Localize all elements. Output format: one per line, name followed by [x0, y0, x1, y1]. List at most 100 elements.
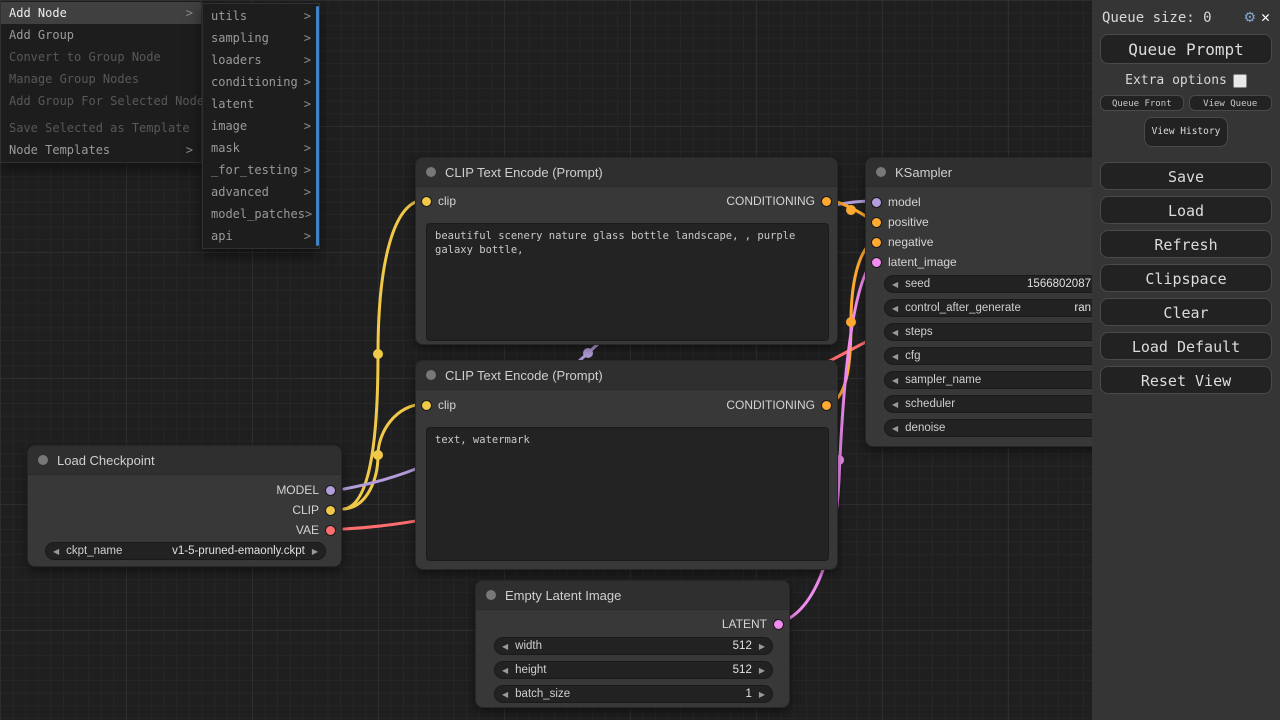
clip-input-dot[interactable] — [421, 400, 432, 411]
view-history-button[interactable]: View History — [1144, 117, 1228, 147]
slot-label: positive — [888, 215, 929, 229]
decrement-arrow-icon[interactable]: ◀ — [502, 666, 508, 675]
submenu-arrow-icon: > — [304, 181, 311, 203]
increment-arrow-icon[interactable]: ▶ — [759, 642, 765, 651]
prompt-textarea[interactable]: beautiful scenery nature glass bottle la… — [426, 223, 829, 341]
node-load-checkpoint[interactable]: Load Checkpoint MODEL CLIP VAE ◀ ckpt_na… — [27, 445, 342, 567]
submenu-item-latent[interactable]: latent > — [203, 93, 319, 115]
widget-name: batch_size — [515, 688, 570, 700]
latent-output-dot[interactable] — [773, 619, 784, 630]
widget-name: scheduler — [905, 398, 955, 410]
queue-front-button[interactable]: Queue Front — [1100, 95, 1184, 111]
submenu-item-mask[interactable]: mask > — [203, 137, 319, 159]
node-title: CLIP Text Encode (Prompt) — [445, 165, 603, 180]
widget-name: seed — [905, 278, 930, 290]
widget-value: 512 — [733, 664, 752, 676]
reset-view-button[interactable]: Reset View — [1100, 366, 1272, 394]
submenu-arrow-icon: > — [186, 2, 193, 24]
decrement-arrow-icon[interactable]: ◀ — [892, 328, 898, 337]
decrement-arrow-icon[interactable]: ◀ — [892, 376, 898, 385]
node-collapse-dot[interactable] — [426, 370, 436, 380]
widget-name: width — [515, 640, 542, 652]
submenu-item-for-testing[interactable]: _for_testing > — [203, 159, 319, 181]
right-menu-panel: Queue size: 0 ⚙ ✕ Queue Prompt Extra opt… — [1092, 0, 1280, 720]
decrement-arrow-icon[interactable]: ◀ — [892, 352, 898, 361]
refresh-button[interactable]: Refresh — [1100, 230, 1272, 258]
canvas-context-menu: Add Node > Add Group Convert to Group No… — [0, 0, 202, 163]
node-clip-text-encode-2[interactable]: CLIP Text Encode (Prompt) clip CONDITION… — [415, 360, 838, 570]
clipspace-button[interactable]: Clipspace — [1100, 264, 1272, 292]
submenu-item-api[interactable]: api > — [203, 225, 319, 247]
save-button[interactable]: Save — [1100, 162, 1272, 190]
submenu-item-conditioning[interactable]: conditioning > — [203, 71, 319, 93]
submenu-item-utils[interactable]: utils > — [203, 5, 319, 27]
node-clip-text-encode-1[interactable]: CLIP Text Encode (Prompt) clip CONDITION… — [415, 157, 838, 345]
widget-name: cfg — [905, 350, 920, 362]
widget-batch-size[interactable]: ◀ batch_size 1 ▶ — [494, 685, 773, 703]
positive-input-dot[interactable] — [871, 217, 882, 228]
node-collapse-dot[interactable] — [426, 167, 436, 177]
widget-value: 512 — [733, 640, 752, 652]
node-title: Load Checkpoint — [57, 453, 155, 468]
menu-item-node-templates[interactable]: Node Templates > — [1, 139, 201, 161]
widget-value: 1 — [745, 688, 751, 700]
increment-arrow-icon[interactable]: ▶ — [312, 547, 318, 556]
submenu-arrow-icon: > — [304, 5, 311, 27]
clip-input-dot[interactable] — [421, 196, 432, 207]
view-queue-button[interactable]: View Queue — [1189, 95, 1273, 111]
conditioning-output-dot[interactable] — [821, 400, 832, 411]
negative-input-dot[interactable] — [871, 237, 882, 248]
submenu-item-model-patches[interactable]: model_patches > — [203, 203, 319, 225]
model-output-dot[interactable] — [325, 485, 336, 496]
node-collapse-dot[interactable] — [486, 590, 496, 600]
conditioning-output-dot[interactable] — [821, 196, 832, 207]
decrement-arrow-icon[interactable]: ◀ — [892, 304, 898, 313]
decrement-arrow-icon[interactable]: ◀ — [502, 690, 508, 699]
menu-item-add-group[interactable]: Add Group — [1, 24, 201, 46]
node-title-bar: CLIP Text Encode (Prompt) — [416, 158, 837, 187]
menu-item-add-node[interactable]: Add Node > — [1, 2, 201, 24]
latent-image-input-dot[interactable] — [871, 257, 882, 268]
submenu-item-sampling[interactable]: sampling > — [203, 27, 319, 49]
model-input-dot[interactable] — [871, 197, 882, 208]
widget-name: sampler_name — [905, 374, 981, 386]
submenu-item-advanced[interactable]: advanced > — [203, 181, 319, 203]
load-button[interactable]: Load — [1100, 196, 1272, 224]
node-collapse-dot[interactable] — [38, 455, 48, 465]
vae-output-dot[interactable] — [325, 525, 336, 536]
queue-prompt-button[interactable]: Queue Prompt — [1100, 34, 1272, 64]
increment-arrow-icon[interactable]: ▶ — [759, 666, 765, 675]
decrement-arrow-icon[interactable]: ◀ — [53, 547, 59, 556]
submenu-item-loaders[interactable]: loaders > — [203, 49, 319, 71]
load-default-button[interactable]: Load Default — [1100, 332, 1272, 360]
menu-item-manage-group-nodes: Manage Group Nodes — [1, 68, 201, 90]
widget-height[interactable]: ◀ height 512 ▶ — [494, 661, 773, 679]
increment-arrow-icon[interactable]: ▶ — [759, 690, 765, 699]
decrement-arrow-icon[interactable]: ◀ — [892, 424, 898, 433]
input-slot-clip: clip — [421, 191, 456, 211]
slot-label: CONDITIONING — [726, 194, 815, 208]
widget-name: height — [515, 664, 546, 676]
settings-gear-icon[interactable]: ⚙ — [1245, 9, 1255, 26]
clip-output-dot[interactable] — [325, 505, 336, 516]
slot-label: CLIP — [292, 503, 319, 517]
slot-label: clip — [438, 194, 456, 208]
close-panel-icon[interactable]: ✕ — [1261, 10, 1270, 25]
node-collapse-dot[interactable] — [876, 167, 886, 177]
decrement-arrow-icon[interactable]: ◀ — [502, 642, 508, 651]
output-slot-model: MODEL — [276, 480, 336, 500]
clear-button[interactable]: Clear — [1100, 298, 1272, 326]
input-slot-latent-image: latent_image — [871, 252, 957, 272]
decrement-arrow-icon[interactable]: ◀ — [892, 400, 898, 409]
prompt-textarea[interactable]: text, watermark — [426, 427, 829, 561]
node-empty-latent-image[interactable]: Empty Latent Image LATENT ◀ width 512 ▶ … — [475, 580, 790, 708]
extra-options-checkbox[interactable] — [1233, 74, 1247, 88]
submenu-arrow-icon: > — [304, 93, 311, 115]
slot-label: latent_image — [888, 255, 957, 269]
widget-width[interactable]: ◀ width 512 ▶ — [494, 637, 773, 655]
node-title: Empty Latent Image — [505, 588, 621, 603]
submenu-item-image[interactable]: image > — [203, 115, 319, 137]
decrement-arrow-icon[interactable]: ◀ — [892, 280, 898, 289]
widget-ckpt-name[interactable]: ◀ ckpt_name v1-5-pruned-emaonly.ckpt ▶ — [45, 542, 326, 560]
submenu-arrow-icon: > — [304, 225, 311, 247]
